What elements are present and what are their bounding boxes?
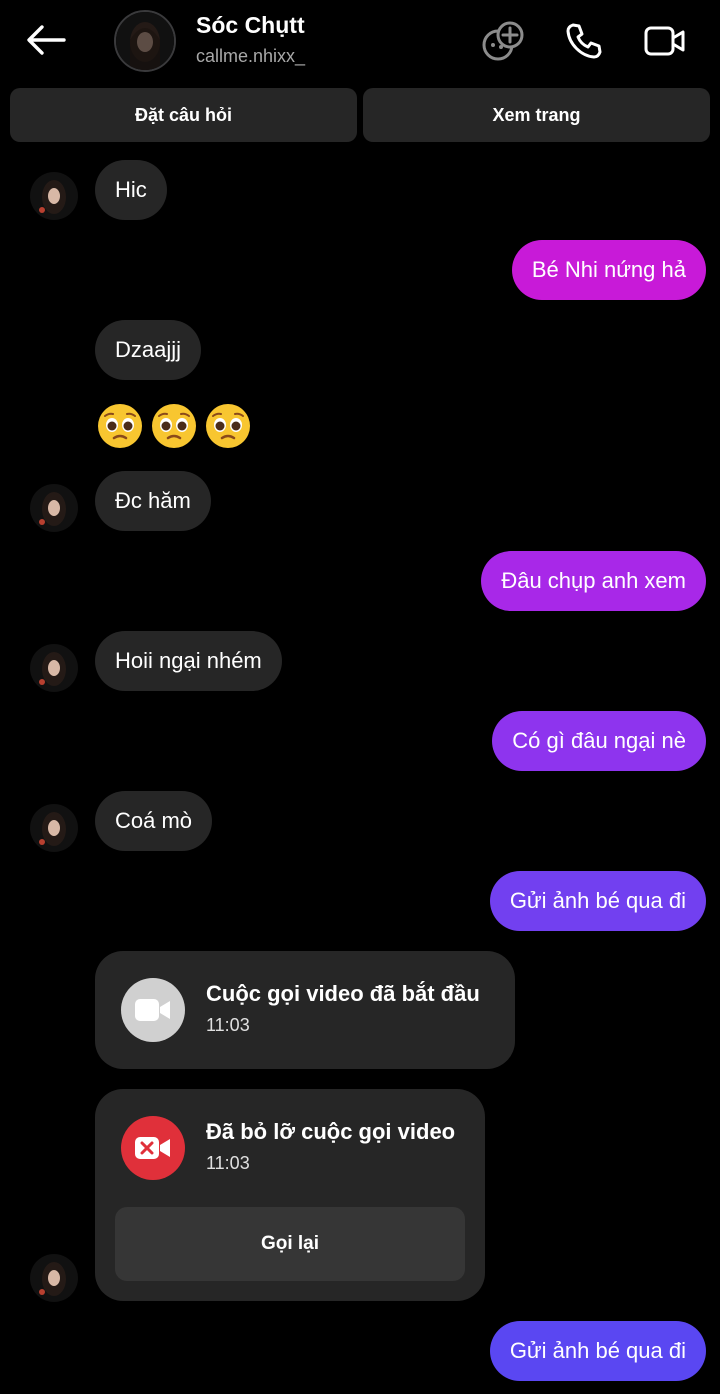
video-camera-icon: [121, 978, 185, 1042]
message-bubble-incoming[interactable]: Hic: [95, 160, 167, 220]
message-bubble-incoming[interactable]: Coá mò: [95, 791, 213, 851]
contact-username[interactable]: callme.nhixx_: [196, 46, 305, 67]
ask-question-button[interactable]: Đặt câu hỏi: [10, 88, 357, 142]
message-bubble-incoming[interactable]: Đc hăm: [95, 471, 211, 531]
avatar[interactable]: [30, 804, 78, 852]
call-back-button[interactable]: Gọi lại: [115, 1207, 465, 1281]
message-bubble-incoming[interactable]: Dzaajjj: [95, 320, 202, 380]
view-page-button[interactable]: Xem trang: [363, 88, 710, 142]
call-time: 11:03: [206, 1015, 250, 1035]
call-title: Cuộc gọi video đã bắt đầu: [206, 981, 480, 1006]
avatar[interactable]: [30, 1254, 78, 1302]
pleading-face-icon: [98, 404, 142, 448]
call-title: Đã bỏ lỡ cuộc gọi video: [206, 1119, 456, 1144]
chat-header: Sóc Chụtt callme.nhixx_: [0, 0, 720, 84]
call-time: 11:03: [206, 1153, 250, 1173]
avatar[interactable]: [30, 484, 78, 532]
message-bubble-outgoing[interactable]: Gửi ảnh bé qua đi: [489, 1321, 706, 1381]
message-bubble-outgoing[interactable]: Có gì đâu ngại nè: [492, 711, 706, 771]
avatar[interactable]: [30, 172, 78, 220]
contact-name[interactable]: Sóc Chụtt: [196, 12, 305, 39]
missed-video-call-card[interactable]: Đã bỏ lỡ cuộc gọi video 11:03 Gọi lại: [95, 1089, 485, 1301]
back-arrow-icon[interactable]: [22, 18, 70, 62]
avatar[interactable]: [114, 10, 176, 72]
pleading-face-icon: [206, 404, 250, 448]
phone-icon[interactable]: [561, 18, 607, 64]
add-people-icon[interactable]: [480, 18, 526, 64]
video-call-started-card[interactable]: Cuộc gọi video đã bắt đầu 11:03: [95, 951, 515, 1069]
message-bubble-outgoing[interactable]: Gửi ảnh bé qua đi: [489, 871, 706, 931]
pleading-face-icon: [152, 404, 196, 448]
message-bubble-incoming[interactable]: Hoii ngại nhém: [95, 631, 282, 691]
message-bubble-outgoing[interactable]: Đâu chụp anh xem: [481, 551, 706, 611]
emoji-message[interactable]: [96, 402, 252, 450]
avatar[interactable]: [30, 644, 78, 692]
missed-video-icon: [121, 1116, 185, 1180]
message-bubble-outgoing[interactable]: Bé Nhi nứng hả: [511, 240, 706, 300]
video-camera-icon[interactable]: [642, 18, 688, 64]
